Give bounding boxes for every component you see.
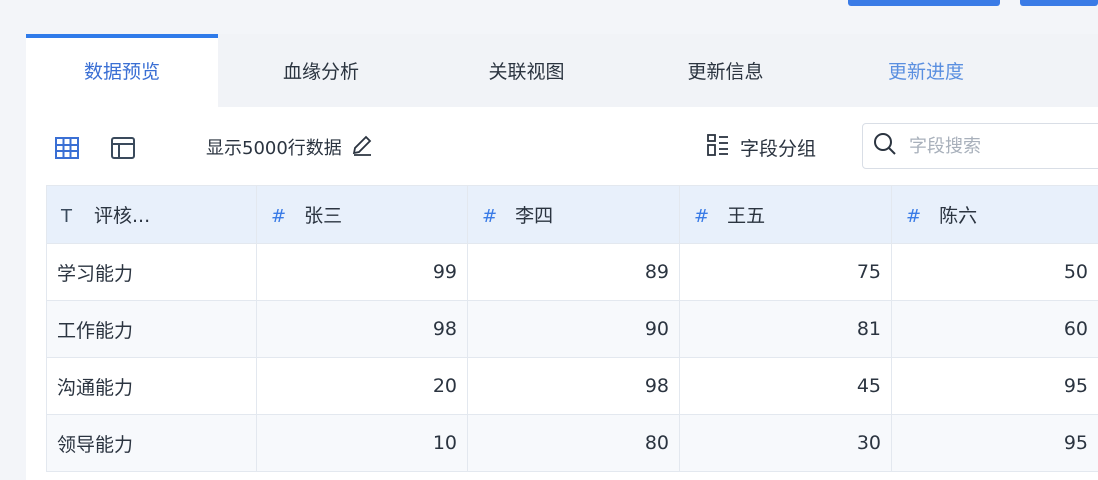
column-header[interactable]: # 陈六 — [891, 185, 1098, 244]
tab-update-progress[interactable]: 更新进度 — [822, 34, 1030, 107]
table-cell[interactable]: 45 — [679, 357, 892, 415]
top-action-button-1[interactable] — [848, 0, 1000, 6]
text-type-icon: T — [61, 206, 72, 227]
table-cell[interactable]: 90 — [467, 300, 680, 358]
table-row: 沟通能力 20 98 45 95 — [46, 357, 1098, 415]
rows-display-setting[interactable]: 显示5000行数据 — [206, 131, 374, 163]
table-cell[interactable]: 98 — [467, 357, 680, 415]
field-search-box[interactable] — [862, 123, 1098, 169]
table-row: 领导能力 10 80 30 95 — [46, 414, 1098, 472]
top-action-button-2[interactable] — [1020, 0, 1098, 6]
tab-relation-view[interactable]: 关联视图 — [424, 34, 629, 107]
edit-icon[interactable] — [350, 133, 374, 162]
toolbar: 显示5000行数据 字段分组 — [26, 107, 1098, 185]
field-search-input[interactable] — [909, 135, 1079, 157]
tab-data-preview[interactable]: 数据预览 — [26, 34, 218, 107]
table-cell[interactable]: 60 — [891, 300, 1098, 358]
tab-bar: 数据预览 血缘分析 关联视图 更新信息 更新进度 — [26, 34, 1098, 107]
table-cell[interactable]: 领导能力 — [46, 414, 257, 472]
table-cell[interactable]: 98 — [256, 300, 468, 358]
number-type-icon: # — [482, 206, 498, 227]
column-header[interactable]: T 评核... — [46, 185, 257, 244]
number-type-icon: # — [694, 206, 710, 227]
table-cell[interactable]: 工作能力 — [46, 300, 257, 358]
grid-icon[interactable] — [54, 135, 80, 161]
number-type-icon: # — [906, 206, 922, 227]
table-cell[interactable]: 10 — [256, 414, 468, 472]
table-row: 学习能力 99 89 75 50 — [46, 243, 1098, 301]
table-cell[interactable]: 30 — [679, 414, 892, 472]
table-cell[interactable]: 95 — [891, 414, 1098, 472]
table-cell[interactable]: 50 — [891, 243, 1098, 301]
number-type-icon: # — [271, 206, 287, 227]
rows-display-label: 显示5000行数据 — [206, 138, 342, 159]
data-table: T 评核... # 张三 # 李四 # 王五 # 陈六 学习能力 99 89 75 50 … — [46, 185, 1098, 472]
table-cell[interactable]: 89 — [467, 243, 680, 301]
tab-lineage-analysis[interactable]: 血缘分析 — [218, 34, 424, 107]
table-cell[interactable]: 沟通能力 — [46, 357, 257, 415]
data-panel: 数据预览 血缘分析 关联视图 更新信息 更新进度 显示5000行数据 字段分组 … — [26, 34, 1098, 480]
table-cell[interactable]: 学习能力 — [46, 243, 257, 301]
field-group-icon — [706, 133, 730, 162]
table-cell[interactable]: 99 — [256, 243, 468, 301]
column-header[interactable]: # 张三 — [256, 185, 468, 244]
table-cell[interactable]: 81 — [679, 300, 892, 358]
table-cell[interactable]: 75 — [679, 243, 892, 301]
table-cell[interactable]: 95 — [891, 357, 1098, 415]
field-group-label: 字段分组 — [740, 137, 817, 160]
search-icon — [873, 132, 897, 160]
table-cell[interactable]: 20 — [256, 357, 468, 415]
column-header[interactable]: # 王五 — [679, 185, 892, 244]
tab-update-info[interactable]: 更新信息 — [629, 34, 822, 107]
layout-icon[interactable] — [110, 135, 136, 161]
field-group-button[interactable]: 字段分组 — [706, 131, 816, 163]
table-row: 工作能力 98 90 81 60 — [46, 300, 1098, 358]
column-header[interactable]: # 李四 — [467, 185, 680, 244]
table-header-row: T 评核... # 张三 # 李四 # 王五 # 陈六 — [46, 185, 1098, 244]
table-cell[interactable]: 80 — [467, 414, 680, 472]
